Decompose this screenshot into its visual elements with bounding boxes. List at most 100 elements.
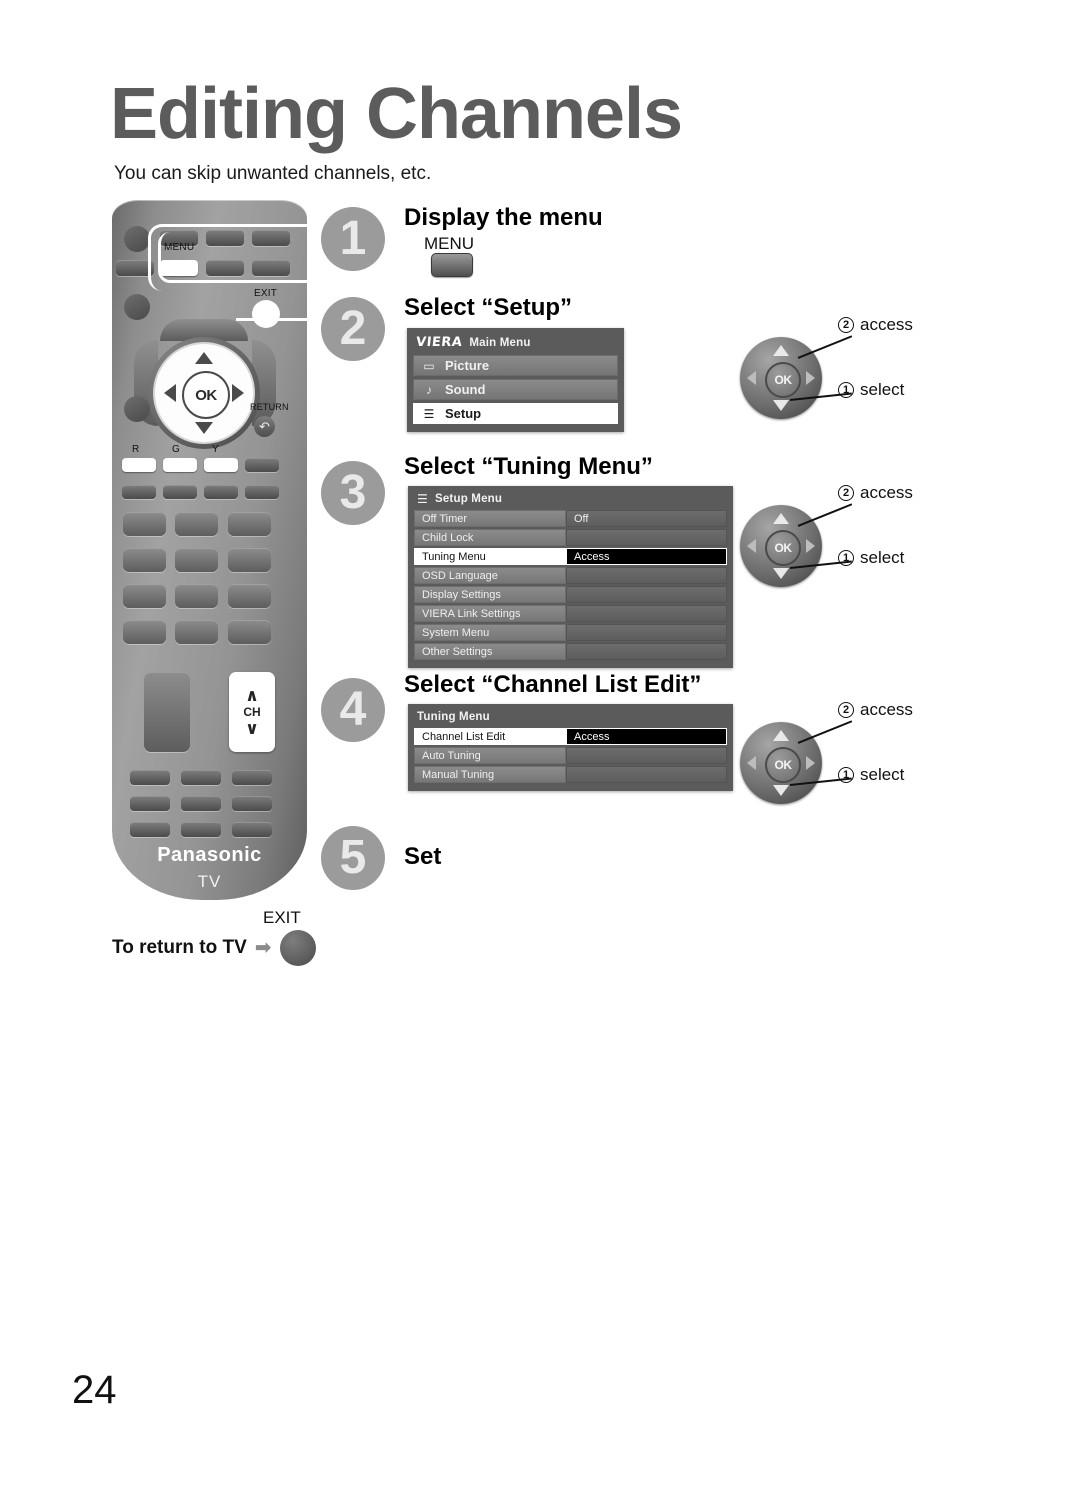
annotation-label: access (860, 315, 913, 334)
setup-menu-row-off-timer[interactable]: Off Timer Off (414, 510, 727, 527)
main-menu-item-sound[interactable]: ♪ Sound (413, 379, 618, 400)
remote-func-button-3[interactable] (204, 485, 238, 499)
remote-number-button-8[interactable] (175, 584, 218, 608)
remote-color-label-r: R (132, 444, 140, 455)
tuning-menu-row-channel-list-edit[interactable]: Channel List Edit Access (414, 728, 727, 745)
setup-menu-row-child-lock[interactable]: Child Lock (414, 529, 727, 546)
remote-lower-left-circle-button[interactable] (124, 396, 150, 422)
return-arrow-icon[interactable]: ↶ (254, 416, 275, 437)
remote-number-button-1[interactable] (123, 512, 166, 536)
annotation-number: 2 (838, 702, 854, 718)
cluster-right-icon[interactable] (806, 539, 815, 553)
remote-red-button[interactable] (122, 458, 156, 472)
remote-yellow-button[interactable] (204, 458, 238, 472)
row-value: Off (566, 510, 727, 527)
annotation-number: 1 (838, 382, 854, 398)
remote-number-button-3[interactable] (228, 512, 271, 536)
cluster-down-icon[interactable] (773, 785, 789, 796)
cluster-right-icon[interactable] (806, 756, 815, 770)
row-label: Auto Tuning (414, 747, 566, 764)
step-1-menu-key-icon[interactable] (431, 253, 473, 277)
remote-bottom-button-8[interactable] (181, 822, 221, 837)
remote-dpad-down-icon[interactable] (195, 422, 213, 434)
remote-number-button-9[interactable] (228, 584, 271, 608)
cluster-left-icon[interactable] (747, 539, 756, 553)
remote-ok-button[interactable]: OK (182, 371, 230, 419)
remote-bottom-button-1[interactable] (130, 770, 170, 785)
setup-menu-row-other-settings[interactable]: Other Settings (414, 643, 727, 660)
remote-func-button-4[interactable] (245, 485, 279, 499)
setup-menu-row-tuning-menu[interactable]: Tuning Menu Access (414, 548, 727, 565)
remote-color-label-y: Y (212, 444, 219, 455)
cluster-down-icon[interactable] (773, 568, 789, 579)
ok-cluster-step-2: OK (740, 337, 822, 419)
remote-bottom-button-6[interactable] (232, 796, 272, 811)
remote-number-button-6[interactable] (228, 548, 271, 572)
row-label: Display Settings (414, 586, 566, 603)
remote-bottom-button-9[interactable] (232, 822, 272, 837)
setup-menu-row-display-settings[interactable]: Display Settings (414, 586, 727, 603)
row-label: OSD Language (414, 567, 566, 584)
step-1-title: Display the menu (404, 204, 603, 231)
arrow-right-icon: ➡ (254, 937, 272, 959)
remote-func-button-1[interactable] (122, 485, 156, 499)
remote-number-button-10[interactable] (123, 620, 166, 644)
remote-bottom-button-5[interactable] (181, 796, 221, 811)
cluster-left-icon[interactable] (747, 371, 756, 385)
return-to-tv-note: To return to TV ➡ (112, 930, 316, 966)
ok-cluster-step-3: OK (740, 505, 822, 587)
cluster-down-icon[interactable] (773, 400, 789, 411)
remote-dpad-left-icon[interactable] (164, 384, 176, 402)
remote-bottom-button-7[interactable] (130, 822, 170, 837)
annotation-number: 1 (838, 550, 854, 566)
annotation-label: select (860, 548, 905, 567)
cluster-ok-button[interactable]: OK (765, 747, 801, 783)
cluster-up-icon[interactable] (773, 730, 789, 741)
tuning-menu-header: Tuning Menu (414, 709, 727, 728)
step-3-title: Select “Tuning Menu” (404, 453, 653, 480)
step-4-title: Select “Channel List Edit” (404, 671, 702, 698)
remote-channel-button[interactable]: ∧ CH ∨ (229, 672, 275, 752)
page-subtitle: You can skip unwanted channels, etc. (114, 163, 432, 184)
remote-bottom-button-4[interactable] (130, 796, 170, 811)
setup-menu-row-viera-link-settings[interactable]: VIERA Link Settings (414, 605, 727, 622)
remote-blue-button[interactable] (245, 458, 279, 472)
tuning-menu-row-auto-tuning[interactable]: Auto Tuning (414, 747, 727, 764)
annotation-select-step-4: 1 select (838, 765, 904, 785)
sound-icon: ♪ (426, 382, 432, 397)
remote-number-button-12[interactable] (228, 620, 271, 644)
cluster-left-icon[interactable] (747, 756, 756, 770)
remote-bottom-button-3[interactable] (232, 770, 272, 785)
main-menu-item-picture[interactable]: ▭ Picture (413, 355, 618, 376)
setup-menu-header: ☰ Setup Menu (414, 491, 727, 510)
remote-left-circle-button[interactable] (124, 294, 150, 320)
remote-bottom-button-2[interactable] (181, 770, 221, 785)
cluster-up-icon[interactable] (773, 345, 789, 356)
remote-func-button-2[interactable] (163, 485, 197, 499)
row-label: Manual Tuning (414, 766, 566, 783)
row-value (566, 624, 727, 641)
remote-volume-button[interactable] (144, 672, 190, 752)
main-menu-item-setup[interactable]: ☰ Setup (413, 403, 618, 424)
remote-number-button-4[interactable] (123, 548, 166, 572)
cluster-ok-button[interactable]: OK (765, 530, 801, 566)
cluster-ok-button[interactable]: OK (765, 362, 801, 398)
step-1-badge: 1 (321, 207, 385, 271)
page-number: 24 (72, 1368, 117, 1412)
remote-number-button-2[interactable] (175, 512, 218, 536)
cluster-up-icon[interactable] (773, 513, 789, 524)
remote-green-button[interactable] (163, 458, 197, 472)
footer-exit-button[interactable] (279, 930, 316, 966)
remote-number-button-11[interactable] (175, 620, 218, 644)
remote-power-button[interactable] (124, 226, 150, 252)
setup-menu-row-osd-language[interactable]: OSD Language (414, 567, 727, 584)
remote-number-button-5[interactable] (175, 548, 218, 572)
setup-menu-row-system-menu[interactable]: System Menu (414, 624, 727, 641)
row-label: System Menu (414, 624, 566, 641)
tuning-menu-row-manual-tuning[interactable]: Manual Tuning (414, 766, 727, 783)
row-label: VIERA Link Settings (414, 605, 566, 622)
row-value (566, 586, 727, 603)
remote-number-button-7[interactable] (123, 584, 166, 608)
cluster-right-icon[interactable] (806, 371, 815, 385)
remote-dpad-up-icon[interactable] (195, 352, 213, 364)
